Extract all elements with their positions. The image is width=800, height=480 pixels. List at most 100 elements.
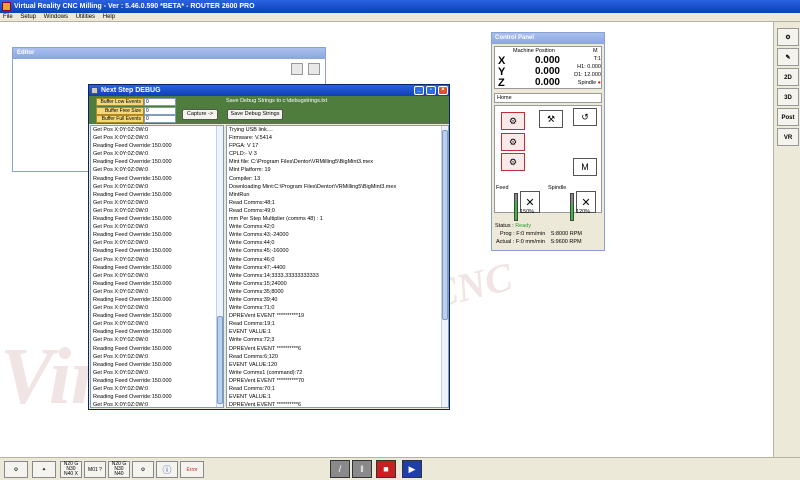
machine-position-label: Machine Position	[513, 48, 555, 54]
bottom-toolbar: ⚙ ✦ N20 G N30 N40 X M01 ? N20 G N30 N40 …	[0, 457, 800, 480]
menu-help[interactable]: Help	[103, 14, 115, 20]
tool-number: T:1	[593, 56, 601, 62]
debug-title-bar: Next Step DEBUG _ ▫ ×	[89, 85, 449, 96]
debug-log-line: Downloading Mint:C:\Program Files\Dentor…	[229, 183, 397, 190]
debug-log-line: Reading Feed Override:150.000	[93, 361, 172, 368]
debug-log-line: Reading Feed Override:150.000	[93, 264, 172, 271]
control-panel-window: Control Panel Machine Position M X 0.000…	[491, 32, 605, 251]
debug-log-line: Write Comms:35;8000	[229, 288, 284, 295]
debug-log-line: Reading Feed Override:150.000	[93, 394, 172, 401]
app-icon	[2, 2, 11, 11]
debug-log-line: Reading Feed Override:150.000	[93, 248, 172, 255]
menu-file[interactable]: File	[3, 14, 13, 20]
prog-row: Prog : F:0 mm/min S:8000 RPM	[500, 231, 582, 237]
menu-windows[interactable]: Windows	[44, 14, 68, 20]
axis-x-value: 0.000	[534, 55, 560, 66]
feed-mode-icon[interactable]: ⚒	[539, 110, 563, 128]
feed-override-value: 150%	[520, 209, 535, 215]
debug-log-line: EVENT VALUE:120	[229, 361, 278, 368]
spindle-indicator: Spindle ●	[577, 80, 601, 86]
error-indicator[interactable]: Error	[180, 461, 204, 478]
minimize-button[interactable]: _	[414, 86, 424, 95]
left-list-scroll-thumb[interactable]	[217, 316, 223, 404]
editor-title: Editor	[13, 48, 325, 59]
debug-log-line: Get Pos X:0Y:0Z:0W:0	[93, 272, 149, 279]
buffer-low-label: Buffer Low Events	[96, 98, 144, 106]
feed-level-gauge	[514, 193, 518, 221]
optional-stop[interactable]: M01 ?	[84, 461, 106, 478]
editor-help-icon[interactable]	[308, 63, 320, 75]
post-button[interactable]: Post	[777, 108, 799, 126]
cycle-start-icon[interactable]: ▶	[402, 460, 422, 478]
buffer-free-row: Buffer Free Size 0	[96, 107, 176, 115]
modal-state-1[interactable]: N20 G N30 N40 X	[60, 461, 82, 478]
axis-z-label: Z	[498, 77, 505, 89]
auto-mode-icon[interactable]: ⚙	[501, 133, 525, 151]
debug-log-line: Read Comms:6;120	[229, 353, 278, 360]
debug-log-line: Mint Platform: 19	[229, 167, 271, 174]
spindle-run-icon[interactable]: ⚙	[4, 461, 28, 478]
debug-control-panel: Buffer Low Events 0 Buffer Free Size 0 B…	[89, 96, 449, 124]
debug-log-line: mm Per Step Multiplier (comms 48) : 1	[229, 216, 323, 223]
home-tab[interactable]: Home	[494, 93, 602, 103]
debug-log-line: Reading Feed Override:150.000	[93, 159, 172, 166]
debug-log-line: Get Pos X:0Y:0Z:0W:0	[93, 151, 149, 158]
debug-log-line: Get Pos X:0Y:0Z:0W:0	[93, 167, 149, 174]
debug-log-line: Reading Feed Override:150.000	[93, 175, 172, 182]
view-3d-button[interactable]: 3D	[777, 88, 799, 106]
debug-log-line: Get Pos X:0Y:0Z:0W:0	[93, 369, 149, 376]
modal-state-2[interactable]: N20 G N30 N40	[108, 461, 130, 478]
debug-left-list[interactable]: Get Pos X:0Y:0Z:0W:0 Get Pos X:0Y:0Z:0W:0…	[90, 125, 224, 408]
debug-title: Next Step DEBUG	[101, 87, 161, 94]
right-list-scrollbar[interactable]	[441, 126, 448, 407]
pause-icon[interactable]: ‖	[352, 460, 372, 478]
vr-button[interactable]: VR	[777, 128, 799, 146]
status-row: Status : Ready	[495, 223, 531, 229]
save-debug-button[interactable]: Save Debug Strings	[227, 109, 283, 120]
spindle-override-value: 120%	[576, 209, 591, 215]
debug-log-line: Reading Feed Override:150.000	[93, 191, 172, 198]
debug-log-line: DPREVent EVENT **********19	[229, 313, 305, 320]
jog-mode-icon[interactable]: ⚙	[501, 112, 525, 130]
spindle-level-gauge	[570, 193, 574, 221]
debug-log-line: Write Comms1 (command):72	[229, 369, 303, 376]
view-2d-button[interactable]: 2D	[777, 68, 799, 86]
stop-icon[interactable]: ■	[376, 460, 396, 478]
single-block-icon[interactable]: ⚙	[501, 153, 525, 171]
coolant-icon[interactable]: ✦	[32, 461, 56, 478]
editor-tool-icon[interactable]	[291, 63, 303, 75]
step-icon[interactable]: /	[330, 460, 350, 478]
menu-utilities[interactable]: Utilities	[76, 14, 95, 20]
mdi-icon[interactable]: M	[573, 158, 597, 176]
tool-view-icon[interactable]: ✎	[777, 48, 799, 66]
debug-log-line: FPGA: V 17	[229, 143, 259, 150]
close-button[interactable]: ×	[438, 86, 448, 95]
machine-view-icon[interactable]: ⚙	[777, 28, 799, 46]
menu-setup[interactable]: Setup	[20, 14, 36, 20]
debug-log-line: Write Comms:42;0	[229, 224, 275, 231]
position-display: Machine Position M X 0.000 Y 0.000 Z 0.0…	[494, 46, 602, 89]
debug-log-line: Write Comms:14;3333.33333333333	[229, 272, 319, 279]
reset-icon[interactable]: ↺	[573, 108, 597, 126]
maximize-button[interactable]: ▫	[426, 86, 436, 95]
debug-log-line: Reading Feed Override:150.000	[93, 345, 172, 352]
left-list-scrollbar[interactable]	[216, 126, 223, 407]
buffer-full-row: Buffer Full Events 0	[96, 115, 176, 123]
capture-button[interactable]: Capture ->	[182, 109, 218, 120]
debug-log-line: Reading Feed Override:150.000	[93, 313, 172, 320]
debug-log-line: Reading Feed Override:150.000	[93, 377, 172, 384]
debug-log-line: DPREVent EVENT **********6	[229, 402, 302, 408]
debug-log-line: Write Comms:72;3	[229, 337, 275, 344]
debug-log-line: Get Pos X:0Y:0Z:0W:0	[93, 224, 149, 231]
debug-right-list[interactable]: Trying USB link.... Firmware: V.5414 FPGA:…	[226, 125, 449, 408]
debug-log-line: Write Comms:15;24000	[229, 280, 287, 287]
debug-log-line: Write Comms:43;-24000	[229, 232, 289, 239]
right-list-scroll-thumb[interactable]	[442, 130, 448, 320]
gear-icon[interactable]: ⚙	[132, 461, 154, 478]
debug-log-line: Read Comms:19;1	[229, 321, 275, 328]
app-title: Virtual Reality CNC Milling - Ver : 5.46…	[14, 3, 255, 10]
debug-log-line: Get Pos X:0Y:0Z:0W:0	[93, 240, 149, 247]
buffer-full-label: Buffer Full Events	[96, 115, 144, 123]
debug-log-line: DPREVent EVENT **********6	[229, 345, 302, 352]
info-icon[interactable]: ⓘ	[156, 461, 178, 478]
